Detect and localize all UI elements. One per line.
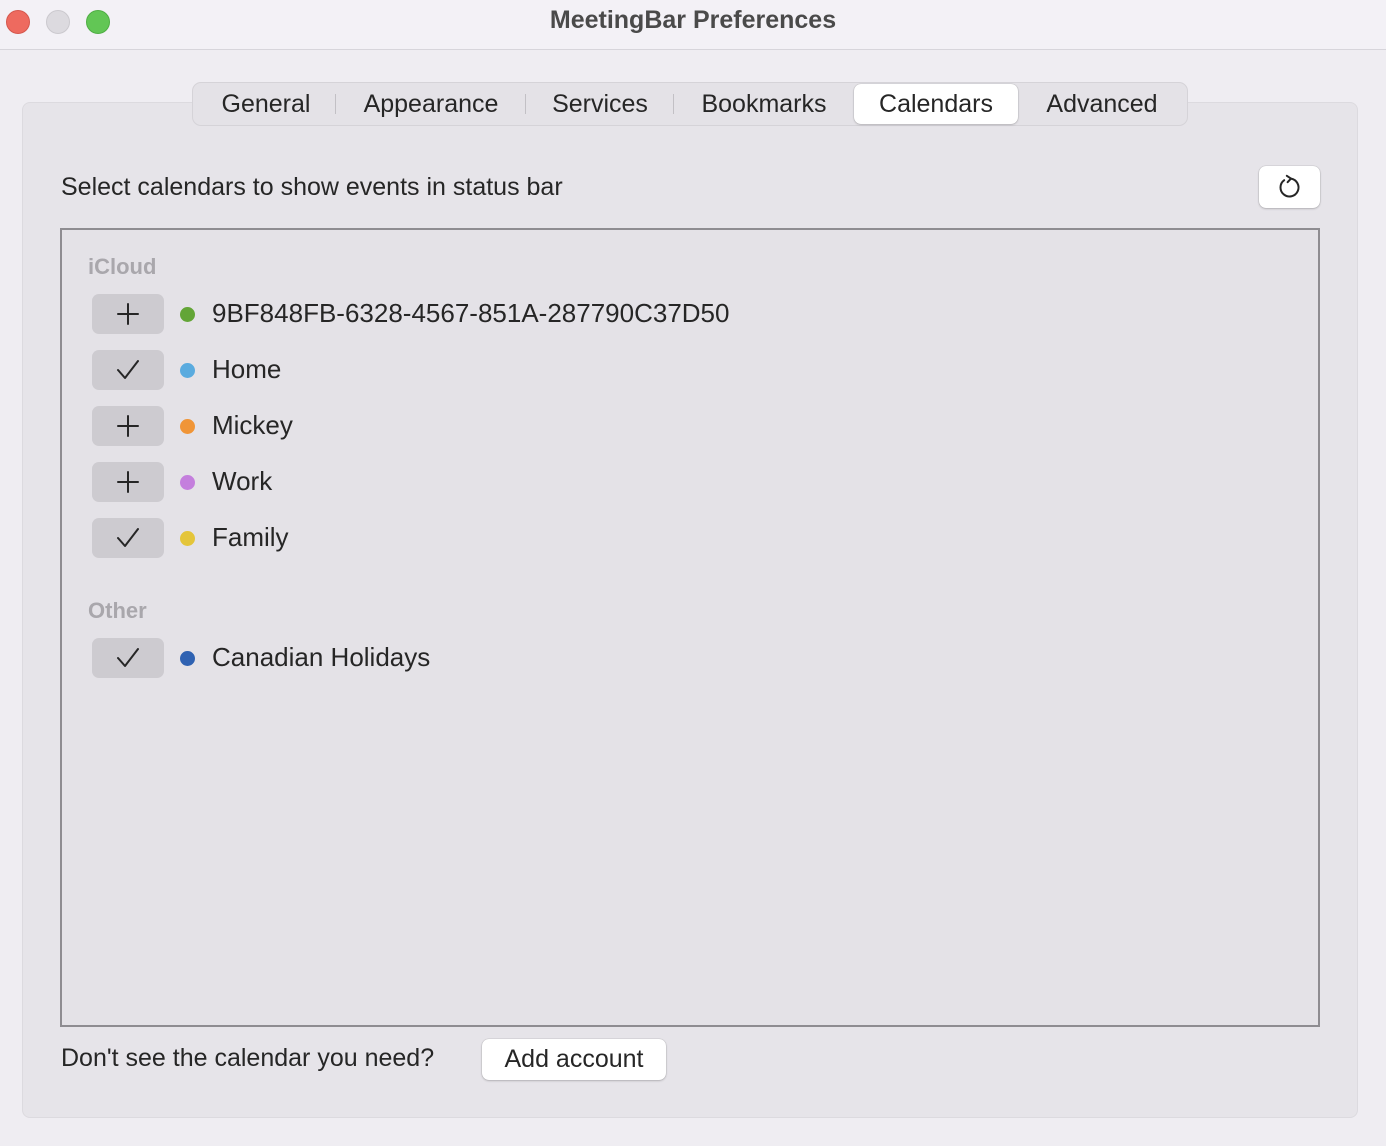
plus-icon — [117, 303, 139, 325]
calendar-selection-prompt: Select calendars to show events in statu… — [61, 173, 563, 201]
checkmark-icon — [117, 648, 139, 667]
tab-services[interactable]: Services — [534, 83, 666, 125]
remove-calendar-button[interactable] — [92, 518, 164, 558]
calendar-row: Mickey — [92, 406, 1092, 446]
calendar-row: Work — [92, 462, 1092, 502]
calendar-name: 9BF848FB-6328-4567-851A-287790C37D50 — [212, 298, 730, 328]
tab-general[interactable]: General — [201, 83, 331, 125]
add-calendar-button[interactable] — [92, 294, 164, 334]
calendar-name: Work — [212, 466, 273, 496]
title-bar: MeetingBar Preferences — [0, 0, 1386, 50]
calendar-row: Home — [92, 350, 1092, 390]
tab-bookmarks[interactable]: Bookmarks — [681, 83, 847, 125]
calendar-color-dot — [180, 363, 195, 378]
refresh-button[interactable] — [1259, 166, 1320, 208]
calendar-color-dot — [180, 307, 195, 322]
remove-calendar-button[interactable] — [92, 638, 164, 678]
calendar-color-dot — [180, 531, 195, 546]
calendar-color-dot — [180, 475, 195, 490]
calendar-name: Canadian Holidays — [212, 642, 431, 672]
checkmark-icon — [117, 360, 139, 379]
calendar-row: Canadian Holidays — [92, 638, 1092, 678]
add-calendar-button[interactable] — [92, 462, 164, 502]
tab-bar: General Appearance Services Bookmarks Ca… — [192, 82, 1188, 126]
tab-separator — [335, 94, 336, 114]
calendar-color-dot — [180, 651, 195, 666]
calendar-name: Mickey — [212, 410, 293, 440]
calendar-name: Family — [212, 522, 289, 552]
plus-icon — [117, 471, 139, 493]
missing-calendar-hint: Don't see the calendar you need? — [61, 1044, 435, 1072]
refresh-icon — [1279, 174, 1300, 198]
calendar-list[interactable] — [60, 228, 1320, 1027]
calendar-row: Family — [92, 518, 1092, 558]
tab-separator — [525, 94, 526, 114]
remove-calendar-button[interactable] — [92, 350, 164, 390]
section-header-icloud: iCloud — [88, 254, 157, 279]
add-account-button[interactable]: Add account — [482, 1039, 666, 1080]
checkmark-icon — [117, 528, 139, 547]
calendar-color-dot — [180, 419, 195, 434]
plus-icon — [117, 415, 139, 437]
window-title: MeetingBar Preferences — [549, 6, 837, 34]
section-header-other: Other — [88, 598, 147, 623]
tab-calendars[interactable]: Calendars — [854, 84, 1018, 124]
tab-separator — [673, 94, 674, 114]
tab-advanced[interactable]: Advanced — [1026, 83, 1178, 125]
tab-appearance[interactable]: Appearance — [345, 83, 517, 125]
calendar-row: 9BF848FB-6328-4567-851A-287790C37D50 — [92, 294, 1092, 334]
calendar-name: Home — [212, 354, 282, 384]
add-calendar-button[interactable] — [92, 406, 164, 446]
